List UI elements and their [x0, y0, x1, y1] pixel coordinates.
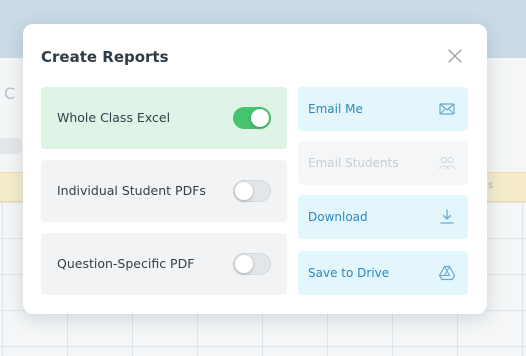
action-label: Email Students [308, 156, 399, 170]
toggle-knob [251, 109, 269, 127]
download-button[interactable]: Download [298, 195, 468, 239]
create-reports-modal: Create Reports Whole Class Excel Individ… [23, 24, 487, 314]
action-label: Email Me [308, 102, 363, 116]
modal-title: Create Reports [41, 48, 169, 66]
individual-student-pdfs-toggle[interactable] [233, 180, 271, 202]
whole-class-excel-toggle[interactable] [233, 107, 271, 129]
toggle-knob [235, 255, 253, 273]
option-question-specific-pdf: Question-Specific PDF [41, 233, 287, 295]
action-label: Save to Drive [308, 266, 390, 280]
background-text-fragment: C [4, 84, 16, 103]
option-label: Individual Student PDFs [57, 183, 206, 198]
action-label: Download [308, 210, 368, 224]
close-button[interactable] [443, 44, 467, 68]
envelope-icon [436, 98, 458, 120]
group-icon [436, 152, 458, 174]
background-control [0, 138, 22, 154]
toggle-knob [235, 182, 253, 200]
email-students-button[interactable]: Email Students [298, 141, 468, 185]
option-label: Question-Specific PDF [57, 256, 195, 271]
download-icon [436, 206, 458, 228]
drive-icon [436, 262, 458, 284]
question-specific-pdf-toggle[interactable] [233, 253, 271, 275]
email-me-button[interactable]: Email Me [298, 87, 468, 131]
option-label: Whole Class Excel [57, 110, 171, 125]
close-icon [448, 49, 462, 63]
option-individual-student-pdfs: Individual Student PDFs [41, 160, 287, 222]
option-whole-class-excel: Whole Class Excel [41, 87, 287, 149]
save-to-drive-button[interactable]: Save to Drive [298, 251, 468, 295]
background-text-fragment: s [488, 180, 494, 191]
